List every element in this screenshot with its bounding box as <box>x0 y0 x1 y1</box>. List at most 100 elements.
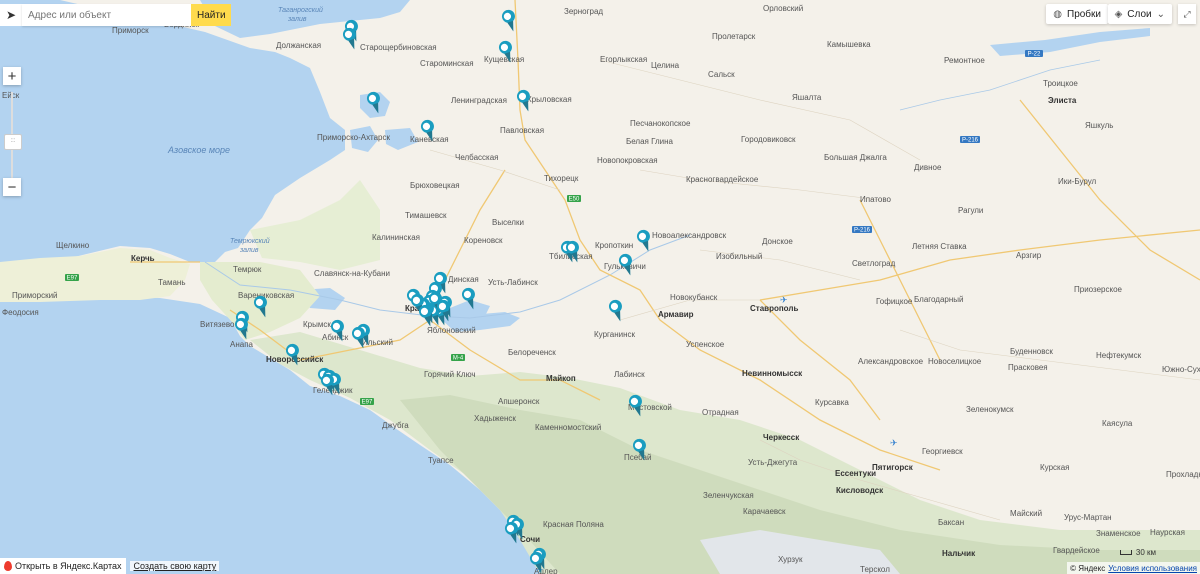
city-label: Терскол <box>860 565 890 574</box>
city-label: Зеленокумск <box>966 405 1014 414</box>
city-label: Каясула <box>1102 419 1133 428</box>
city-label: Анапа <box>230 340 254 349</box>
city-label: Старощербиновская <box>360 43 437 52</box>
city-label: Яшкуль <box>1085 121 1113 130</box>
city-label: Городовиковск <box>741 135 796 144</box>
city-label: Ставрополь <box>750 304 798 313</box>
zoom-out-button[interactable]: − <box>3 178 21 196</box>
city-label: Павловская <box>500 126 544 135</box>
city-label: Курсавка <box>815 398 849 407</box>
city-label: Кущевская <box>484 55 524 64</box>
city-label: Хурзук <box>778 555 803 564</box>
city-label: Кропоткин <box>595 241 633 250</box>
city-label: Крыловская <box>527 95 572 104</box>
city-label: Камышевка <box>827 40 871 49</box>
map-canvas[interactable]: E97 E50 M-4 P-22 P-216 P-216 E97 Бердянс… <box>0 0 1200 574</box>
city-label: Майкоп <box>546 374 576 383</box>
fullscreen-icon[interactable]: ⤢ <box>1178 4 1196 24</box>
city-label: Черкесск <box>763 433 800 442</box>
city-label: Феодосия <box>2 308 39 317</box>
city-label: Элиста <box>1048 96 1077 105</box>
city-label: Нефтекумск <box>1096 351 1142 360</box>
scale-label: 30 км <box>1135 548 1156 557</box>
city-label: Целина <box>651 61 680 70</box>
city-label: Изобильный <box>716 252 762 261</box>
city-label: Донское <box>762 237 793 246</box>
city-label: Туапсе <box>428 456 454 465</box>
sea-label-taganrog-2: залив <box>287 16 307 23</box>
find-button[interactable]: Найти <box>191 4 231 26</box>
scale-bar <box>1119 550 1132 555</box>
layers-icon: ◈ <box>1114 8 1123 20</box>
zoom-slider-handle[interactable]: ::: <box>4 134 22 150</box>
city-label: Яшалта <box>792 93 822 102</box>
search-bar: ➤ Найти <box>0 4 231 26</box>
city-label: Пролетарск <box>712 32 756 41</box>
city-label: Славянск-на-Кубани <box>314 269 390 278</box>
city-label: Сальск <box>708 70 735 79</box>
city-label: Яблоновский <box>427 326 476 335</box>
city-label: Приморско-Ахтарск <box>317 133 390 142</box>
city-label: Наурская <box>1150 528 1185 537</box>
layers-button[interactable]: ◈ Слои ⌄ <box>1107 4 1172 24</box>
copyright-bar: © Яндекс Условия использования <box>1067 562 1200 574</box>
city-label: Ессентуки <box>835 469 876 478</box>
city-label: Приморск <box>112 26 149 35</box>
create-map-link[interactable]: Создать свою карту <box>130 561 220 571</box>
locate-arrow-icon[interactable]: ➤ <box>0 4 22 26</box>
city-label: Тимашевск <box>405 211 447 220</box>
scale-ruler: 30 км <box>1119 548 1156 557</box>
city-label: Ленинградская <box>451 96 507 105</box>
road-badge-2: M-4 <box>453 356 464 362</box>
road-badge-3: P-22 <box>1028 52 1041 58</box>
city-label: Темрюк <box>233 265 262 274</box>
city-label: Прохладный <box>1166 470 1200 479</box>
sea-label-azov: Азовское море <box>167 145 230 155</box>
city-label: Курганинск <box>594 330 636 339</box>
city-label: Невинномысск <box>742 369 803 378</box>
city-label: Лабинск <box>614 370 645 379</box>
city-label: Нальчик <box>942 549 976 558</box>
search-input[interactable] <box>22 4 191 26</box>
city-label: Прасковея <box>1008 363 1048 372</box>
city-label: Большая Джалга <box>824 153 887 162</box>
city-label: Армавир <box>658 310 694 319</box>
terms-link[interactable]: Условия использования <box>1108 564 1197 573</box>
road-badge-6: E97 <box>362 400 373 406</box>
city-label: Дивное <box>914 163 942 172</box>
city-label: Майский <box>1010 509 1042 518</box>
city-label: Витязево <box>200 320 235 329</box>
city-label: Тихорецк <box>544 174 579 183</box>
city-label: Динская <box>448 275 479 284</box>
city-label: Должанская <box>276 41 321 50</box>
traffic-button[interactable]: ◍ Пробки <box>1046 4 1108 24</box>
city-label: Успенское <box>686 340 725 349</box>
city-label: Джубга <box>382 421 409 430</box>
city-label: Урус-Мартан <box>1064 513 1112 522</box>
open-in-yandex-button[interactable]: Открыть в Яндекс.Картах <box>0 558 127 574</box>
city-label: Щелкино <box>56 241 90 250</box>
city-label: Сочи <box>520 535 540 544</box>
road-badge-0: E97 <box>67 276 78 282</box>
city-label: Курская <box>1040 463 1069 472</box>
city-label: Красногвардейское <box>686 175 759 184</box>
city-label: Новоалександровск <box>652 231 727 240</box>
city-label: Троицкое <box>1043 79 1078 88</box>
city-label: Кисловодск <box>836 486 884 495</box>
city-label: Хадыженск <box>474 414 516 423</box>
open-in-yandex-label: Открыть в Яндекс.Картах <box>15 561 122 571</box>
city-label: Буденновск <box>1010 347 1053 356</box>
city-label: Рагули <box>958 206 983 215</box>
city-label: Новоселицкое <box>928 357 982 366</box>
city-label: Новопокровская <box>597 156 658 165</box>
city-label: Георгиевск <box>922 447 963 456</box>
city-label: Приозерское <box>1074 285 1123 294</box>
city-label: Южно-Сухо <box>1162 365 1200 374</box>
city-label: Выселки <box>492 218 524 227</box>
city-label: Ипатово <box>860 195 892 204</box>
city-label: Светлоград <box>852 259 896 268</box>
city-label: Отрадная <box>702 408 739 417</box>
zoom-in-button[interactable]: + <box>3 67 21 85</box>
city-label: Кореновск <box>464 236 503 245</box>
city-label: Зерноград <box>564 7 603 16</box>
